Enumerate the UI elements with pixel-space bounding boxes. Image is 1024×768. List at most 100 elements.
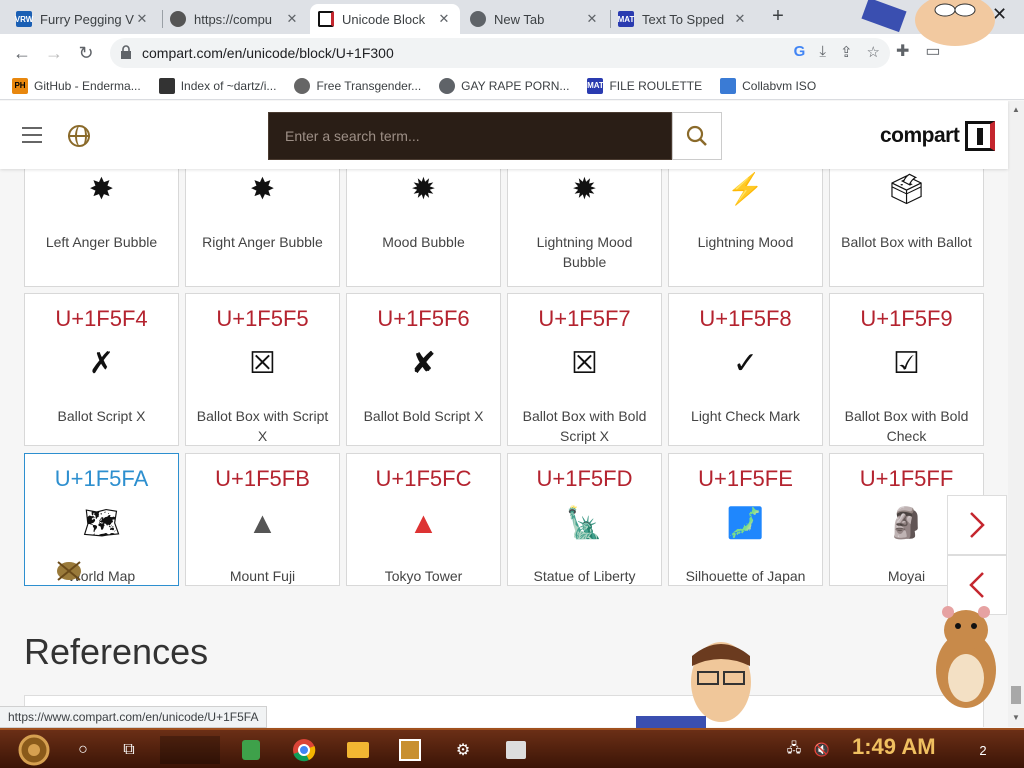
close-icon[interactable]: ✕ (584, 11, 600, 27)
char-name: Statue of Liberty (533, 568, 636, 584)
google-icon[interactable]: G (794, 43, 806, 61)
globe-icon[interactable] (68, 125, 90, 147)
search-input[interactable] (269, 113, 671, 159)
task-view-icon[interactable]: ⧉ (116, 736, 142, 764)
char-cell[interactable]: ✹ Mood Bubble (346, 161, 501, 287)
producthunt-icon: PH (12, 77, 28, 94)
char-name: Right Anger Bubble (202, 234, 323, 250)
char-cell[interactable]: ✹ Lightning Mood Bubble (507, 161, 662, 287)
char-code: U+1F5F8 (699, 306, 792, 331)
next-block-button[interactable] (947, 495, 1007, 555)
close-icon[interactable]: ✕ (134, 11, 150, 27)
reload-button[interactable]: ↻ (74, 41, 98, 65)
tab-unicode-block[interactable]: Unicode Block ✕ (310, 4, 460, 34)
close-icon[interactable]: ✕ (732, 11, 748, 27)
tab-furry-pegging[interactable]: VRW Furry Pegging V ✕ (8, 4, 158, 34)
scroll-down-icon[interactable]: ▼ (1012, 713, 1020, 722)
compart-logo[interactable]: compart (880, 121, 996, 151)
url-text: compart.com/en/unicode/block/U+1F300 (142, 45, 394, 61)
page-viewport: ✸ Left Anger Bubble ✸ Right Anger Bubble… (0, 101, 1024, 727)
char-cell[interactable]: U+1F5F7 ☒ Ballot Box with Bold Script X (507, 293, 662, 446)
volume-muted-icon[interactable]: 🔇 (812, 736, 832, 764)
page-scrollbar[interactable]: ▲ ▼ (1008, 101, 1024, 727)
char-cell[interactable]: U+1F5FE 🗾 Silhouette of Japan (668, 453, 823, 586)
char-name: Mount Fuji (229, 568, 296, 584)
network-icon[interactable]: 🖧 (784, 736, 804, 764)
char-cell[interactable]: U+1F5F4 ✗ Ballot Script X (24, 293, 179, 446)
scroll-up-icon[interactable]: ▲ (1012, 105, 1020, 114)
char-code: U+1F5FB (215, 466, 310, 491)
char-glyph: ✹ (571, 173, 598, 206)
tab-new-tab[interactable]: New Tab ✕ (462, 4, 608, 34)
char-cell[interactable]: U+1F5F5 ☒ Ballot Box with Script X (185, 293, 340, 446)
settings-gear-icon[interactable]: ⚙ (450, 736, 476, 764)
char-code: U+1F5F4 (55, 306, 148, 331)
tab-title: Furry Pegging V (40, 11, 134, 27)
char-name: Ballot Bold Script X (363, 408, 484, 424)
logo-text: compart (880, 124, 960, 147)
taskbar-clock[interactable]: 1:49 AM (852, 734, 936, 760)
search-button[interactable] (672, 112, 722, 160)
char-name: Ballot Box with Bold Script X (522, 408, 647, 444)
site-icon: MAT (587, 77, 604, 94)
scrollbar-thumb[interactable] (1011, 686, 1021, 704)
search-icon (686, 125, 707, 146)
char-cell[interactable]: ✸ Right Anger Bubble (185, 161, 340, 287)
install-icon[interactable]: ⤓ (819, 43, 826, 61)
file-explorer-icon[interactable] (344, 736, 372, 764)
char-glyph: ✓ (732, 347, 759, 380)
game-app-icon[interactable] (396, 736, 424, 764)
char-cell[interactable]: 🗳 Ballot Box with Ballot (829, 161, 984, 287)
forward-button[interactable]: → (42, 41, 66, 65)
char-cell[interactable]: ✸ Left Anger Bubble (24, 161, 179, 287)
search-box[interactable] (268, 112, 672, 160)
char-name: Ballot Script X (57, 408, 146, 424)
char-code: U+1F5F5 (216, 306, 309, 331)
bookmark-item[interactable]: Free Transgender... (294, 77, 421, 94)
char-cell[interactable]: U+1F5F8 ✓ Light Check Mark (668, 293, 823, 446)
notification-count: 2 (979, 742, 987, 758)
char-cell[interactable]: U+1F5F9 ☑ Ballot Box with Bold Check (829, 293, 984, 446)
tab-compart-url[interactable]: https://compu ✕ (162, 4, 308, 34)
char-glyph: ✹ (410, 173, 437, 206)
char-name: Silhouette of Japan (685, 568, 806, 584)
char-cell[interactable]: U+1F5FB ▲ Mount Fuji (185, 453, 340, 586)
char-name: Lightning Mood Bubble (536, 234, 633, 270)
bookmark-label: GAY RAPE PORN... (461, 78, 570, 93)
char-cell[interactable]: U+1F5FC ▲ Tokyo Tower (346, 453, 501, 586)
back-button[interactable]: ← (10, 41, 34, 65)
tab-favicon: MAT (618, 11, 634, 27)
menu-icon[interactable] (22, 127, 42, 143)
close-icon[interactable]: ✕ (436, 11, 452, 27)
char-code: U+1F5F6 (377, 306, 470, 331)
start-button[interactable] (14, 734, 54, 766)
bookmark-item[interactable]: GAY RAPE PORN... (439, 77, 570, 94)
new-tab-button[interactable]: + (766, 5, 790, 29)
cartoon-face-icon (861, 0, 995, 46)
char-cell[interactable]: U+1F5F6 ✘ Ballot Bold Script X (346, 293, 501, 446)
char-cell-selected[interactable]: U+1F5FA 🗺 World Map (24, 453, 179, 586)
bookmark-item[interactable]: MAT FILE ROULETTE (587, 77, 702, 94)
notification-center-icon[interactable]: 2 (970, 736, 996, 764)
char-glyph: 🗳 (887, 173, 926, 206)
share-icon[interactable]: ⇪ (840, 43, 853, 61)
address-bar[interactable]: compart.com/en/unicode/block/U+1F300 G ⤓… (110, 38, 890, 68)
bookmark-label: Collabvm ISO (742, 78, 817, 93)
close-icon[interactable]: ✕ (284, 11, 300, 27)
search-circle-icon[interactable]: ○ (70, 736, 96, 764)
bookmark-label: GitHub - Enderma... (34, 78, 141, 93)
bookmark-item[interactable]: Collabvm ISO (720, 77, 817, 94)
char-glyph: ☑ (893, 347, 920, 380)
char-cell[interactable]: U+1F5FD 🗽 Statue of Liberty (507, 453, 662, 586)
tab-text-to-speech[interactable]: MAT Text To Spped ✕ (610, 4, 756, 34)
char-code: U+1F5FD (536, 466, 633, 491)
site-header: compart (0, 101, 1008, 169)
bookmark-item[interactable]: Index of ~dartz/i... (158, 77, 276, 94)
char-code: U+1F5FC (375, 466, 472, 491)
reader-app-icon[interactable] (502, 736, 530, 764)
chrome-icon[interactable] (290, 736, 318, 764)
char-cell[interactable]: ⚡ Lightning Mood (668, 161, 823, 287)
notes-app-icon[interactable] (238, 736, 264, 764)
bookmark-item[interactable]: PH GitHub - Enderma... (12, 77, 141, 94)
char-name: Mood Bubble (382, 234, 465, 250)
